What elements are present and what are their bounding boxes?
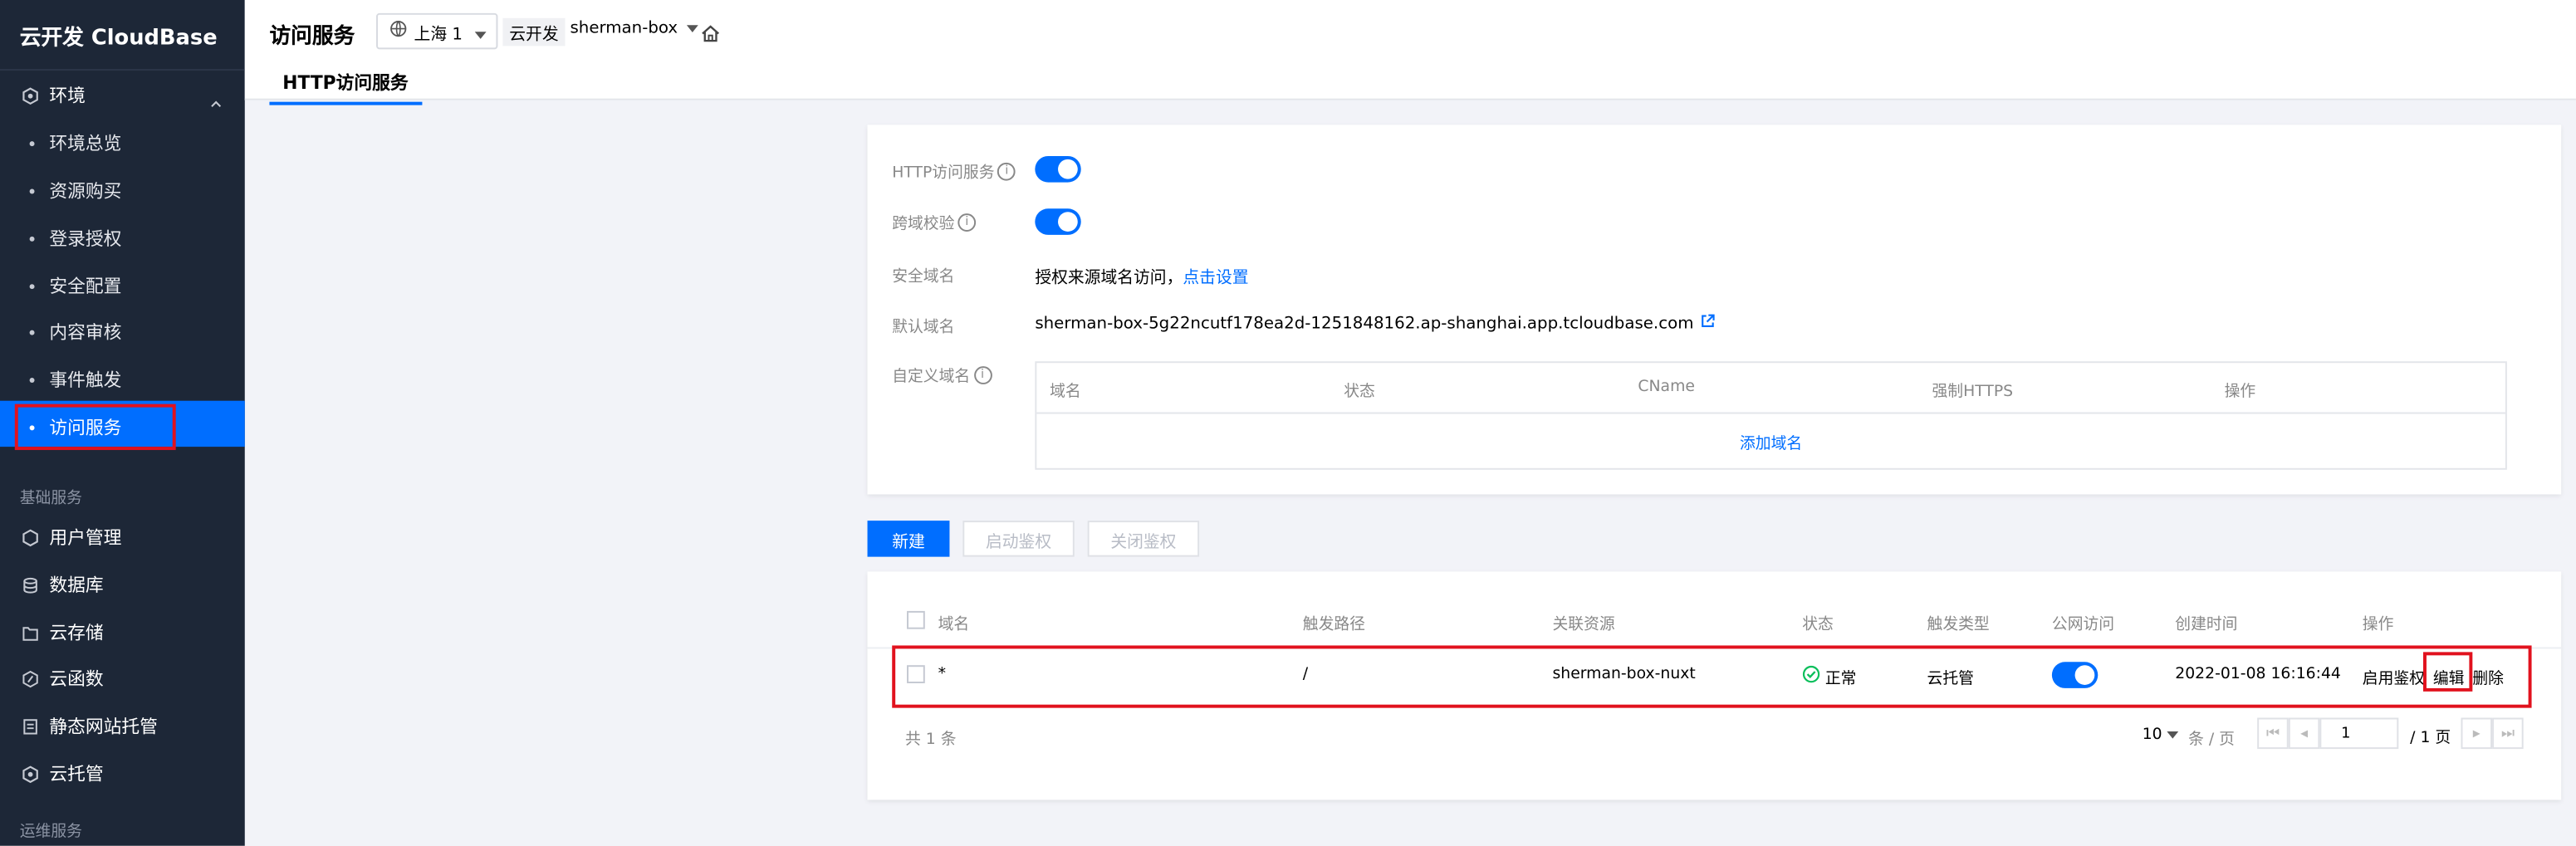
new-button[interactable]: 新建 [867,521,950,557]
sidebar-item-static-hosting[interactable]: 静态网站托管 [20,713,158,740]
add-domain-link[interactable]: 添加域名 [1036,430,2505,453]
folder-icon [20,623,40,643]
column-header: 状态 [1344,382,1375,401]
column-header: 强制HTTPS [1932,382,2014,401]
page-size-unit: 条 / 页 [2188,731,2235,750]
bullet-icon [29,188,35,193]
sidebar-item-storage[interactable]: 云存储 [20,619,104,646]
sidebar: 云开发 CloudBase 环境 环境总览 资源购买 登录授权 安全配置 内容审… [0,0,245,846]
caret-down-icon [474,27,487,45]
column-header: 创建时间 [2175,615,2238,634]
select-all-checkbox[interactable] [907,610,925,629]
disable-auth-button[interactable]: 关闭鉴权 [1087,521,1200,557]
page-input[interactable]: 1 [2319,717,2399,750]
last-page-button[interactable]: ⏭ [2492,717,2524,750]
column-header: 关联资源 [1552,615,1615,634]
column-header: 触发类型 [1927,615,1990,634]
column-header: 状态 [1802,615,1834,634]
safe-domain-settings-link[interactable]: 点击设置 [1183,269,1248,287]
breadcrumb: 云开发 [502,17,566,46]
env-select[interactable]: sherman-box [570,19,698,38]
first-page-icon: ⏮ [2265,725,2280,742]
section-label-basic: 基础服务 [19,489,82,508]
env-value: sherman-box [570,19,678,38]
caret-down-icon [686,20,698,38]
bullet-icon [29,329,35,335]
sidebar-item-functions[interactable]: 云函数 [20,665,104,692]
column-header: 操作 [2362,615,2394,634]
prev-page-icon: ◂ [2300,725,2309,742]
safe-domain-label: 安全域名 [892,267,955,286]
custom-domain-label: 自定义域名 i [892,363,992,386]
column-header: 操作 [2224,382,2256,401]
sidebar-item-security[interactable]: 安全配置 [29,272,121,299]
first-page-button[interactable]: ⏮ [2257,717,2289,750]
page-total: / 1 页 [2410,729,2451,748]
hexagon-icon [20,86,40,105]
enable-auth-button[interactable]: 启动鉴权 [962,521,1075,557]
info-icon[interactable]: i [997,161,1016,180]
info-icon[interactable]: i [973,365,992,384]
default-domain-link[interactable]: sherman-box-5g22ncutf178ea2d-1251848162.… [1035,314,1715,334]
nav-group-label: 环境 [49,85,86,107]
hexagon-icon [20,764,40,784]
page-size-select[interactable]: 10 [2143,726,2179,744]
page-title: 访问服务 [269,24,355,50]
next-page-button[interactable]: ▸ [2461,717,2493,750]
page-header: 访问服务 上海 1 云开发 sherman-box HTTP访问服务 [244,0,2576,105]
document-icon [20,716,40,736]
table-header: 域名 状态 CName 强制HTTPS 操作 [1036,363,2505,414]
custom-domain-table: 域名 状态 CName 强制HTTPS 操作 添加域名 [1035,361,2507,470]
highlight-box [14,403,176,451]
safe-domain-text: 授权来源域名访问，点击设置 [1035,269,1249,288]
sidebar-item-database[interactable]: 数据库 [20,571,104,598]
region-select[interactable]: 上海 1 [376,12,498,50]
default-domain-label: 默认域名 [892,318,955,337]
prev-page-button[interactable]: ◂ [2288,717,2320,750]
tab-http-access[interactable]: HTTP访问服务 [269,69,422,105]
database-icon [20,575,40,594]
total-count: 共 1 条 [905,731,957,750]
divider [0,69,245,71]
region-value: 上海 1 [414,25,463,44]
sidebar-item-cloud-hosting[interactable]: 云托管 [20,760,104,787]
column-header: CName [1638,378,1695,396]
info-icon[interactable]: i [957,213,977,231]
external-link-icon [1700,314,1715,334]
http-access-label: HTTP访问服务 i [892,159,1016,183]
http-access-toggle[interactable] [1035,155,1081,183]
user-shield-icon [20,527,40,547]
sidebar-item-purchase[interactable]: 资源购买 [29,178,121,204]
bullet-icon [29,377,35,382]
section-label-ops: 运维服务 [19,823,82,841]
bullet-icon [29,235,35,241]
column-header: 域名 [1050,382,1081,401]
highlight-box [2422,652,2473,692]
column-header: 域名 [938,615,970,634]
caret-down-icon [2167,726,2179,744]
last-page-icon: ⏭ [2500,725,2515,742]
sidebar-item-event-trigger[interactable]: 事件触发 [29,366,121,393]
highlight-box [892,645,2532,708]
sidebar-item-overview[interactable]: 环境总览 [29,130,121,156]
cors-label: 跨域校验 i [892,210,977,233]
function-icon [20,668,40,688]
bullet-icon [29,140,35,146]
column-header: 触发路径 [1302,615,1365,634]
home-icon[interactable] [700,20,722,51]
bullet-icon [29,283,35,289]
column-header: 公网访问 [2051,615,2115,634]
sidebar-item-content-review[interactable]: 内容审核 [29,319,121,345]
sidebar-item-users[interactable]: 用户管理 [20,524,121,550]
chevron-up-icon[interactable] [210,86,222,117]
sidebar-item-login-auth[interactable]: 登录授权 [29,225,121,252]
brand-logo: 云开发 CloudBase [19,26,218,51]
next-page-icon: ▸ [2472,725,2481,742]
globe-icon [389,20,408,43]
nav-group-environment[interactable]: 环境 [20,82,86,109]
cors-toggle[interactable] [1035,208,1081,235]
